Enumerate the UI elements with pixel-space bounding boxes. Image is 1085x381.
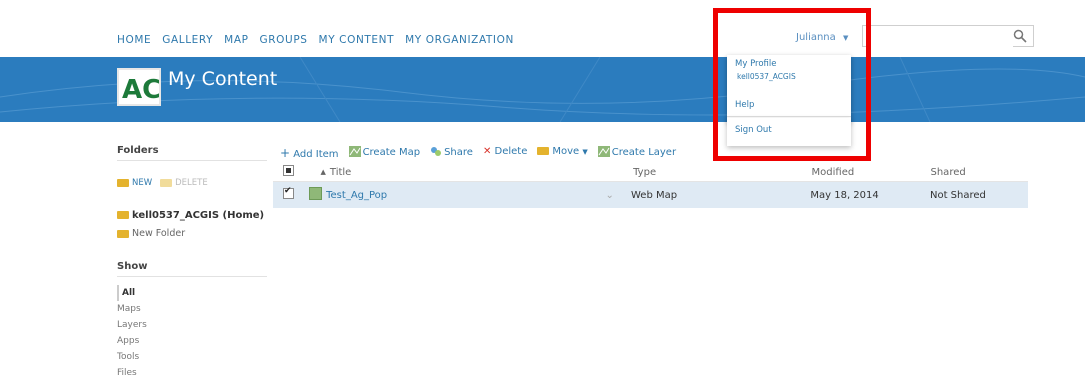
content-table: ▲ Title Type Modified Shared Test_Ag_Pop…	[273, 163, 1028, 208]
logo-graphic: AC	[122, 75, 161, 105]
delete-folder-button[interactable]: DELETE	[160, 178, 208, 188]
delete-folder-button-label: DELETE	[175, 178, 208, 188]
home-folder-label: kell0537_ACGIS (Home)	[132, 210, 265, 221]
chevron-down-icon: ▼	[582, 148, 588, 156]
create-layer-button[interactable]: Create Layer	[597, 146, 677, 160]
col-title[interactable]: Title	[330, 167, 608, 178]
chevron-down-icon: ▼	[842, 34, 849, 42]
create-map-label: Create Map	[362, 147, 421, 158]
new-folder-button[interactable]: NEW	[117, 178, 152, 188]
show-header: Show	[117, 261, 267, 277]
row-shared: Not Shared	[929, 189, 986, 201]
web-map-icon	[308, 187, 322, 200]
share-button[interactable]: Share	[430, 146, 473, 160]
select-all-checkbox[interactable]	[283, 165, 294, 176]
share-label: Share	[444, 147, 473, 158]
home-folder[interactable]: kell0537_ACGIS (Home)	[117, 210, 272, 221]
user-dropdown-menu: My Profile kell0537_ACGIS Help	[727, 55, 851, 122]
row-chevron-down-icon[interactable]: ⌄	[606, 190, 631, 201]
nav-my-organization[interactable]: MY ORGANIZATION	[405, 34, 514, 46]
add-item-button[interactable]: + Add Item	[280, 146, 339, 160]
page-banner	[0, 57, 1085, 122]
create-map-button[interactable]: Create Map	[348, 146, 421, 160]
filter-files[interactable]: Files	[117, 365, 272, 381]
col-type[interactable]: Type	[633, 167, 811, 178]
nav-groups[interactable]: GROUPS	[260, 34, 308, 46]
top-nav-bar: HOME GALLERY MAP GROUPS MY CONTENT MY OR…	[0, 0, 1085, 57]
new-folder-label: New Folder	[132, 228, 186, 239]
row-checkbox-cell	[273, 186, 305, 202]
banner-map-pattern	[0, 57, 1085, 122]
nav-map[interactable]: MAP	[224, 34, 248, 46]
user-name: Julianna	[796, 32, 836, 43]
profile-username[interactable]: kell0537_ACGIS	[737, 72, 796, 81]
search-input[interactable]	[869, 28, 1013, 49]
folder-icon	[117, 211, 129, 219]
add-item-label: Add Item	[293, 149, 339, 160]
nav-gallery[interactable]: GALLERY	[162, 34, 213, 46]
row-checkbox[interactable]	[283, 186, 294, 199]
col-modified[interactable]: Modified	[812, 167, 931, 178]
help-link[interactable]: Help	[735, 100, 754, 110]
row-modified: May 18, 2014	[810, 189, 879, 201]
folder-icon	[117, 178, 129, 187]
folder-icon	[117, 229, 129, 238]
filter-all[interactable]: All	[117, 285, 272, 301]
nav-my-content[interactable]: MY CONTENT	[319, 34, 395, 46]
my-profile-link[interactable]: My Profile	[735, 59, 777, 69]
folder-icon	[537, 147, 550, 155]
select-all-cell	[273, 165, 304, 179]
signout-panel: Sign Out	[727, 118, 851, 146]
menu-divider	[727, 116, 851, 117]
row-type: Web Map	[630, 189, 678, 201]
delete-x-icon: ✕	[482, 146, 492, 157]
sidebar: Folders NEW DELETE kell0537_ACGIS (Home)…	[117, 145, 272, 381]
logo-text: AC	[122, 75, 159, 104]
map-icon	[348, 146, 361, 157]
nav-home[interactable]: HOME	[117, 34, 151, 46]
move-button[interactable]: Move ▼	[537, 146, 588, 160]
filter-tools[interactable]: Tools	[117, 349, 272, 365]
sign-out-link[interactable]: Sign Out	[735, 125, 772, 135]
row-icon-cell	[305, 187, 327, 203]
folder-icon	[160, 178, 173, 187]
new-folder-item[interactable]: New Folder	[117, 228, 272, 239]
organization-logo: AC	[117, 68, 161, 106]
content-filters: All Maps Layers Apps Tools Files	[117, 285, 272, 381]
filter-layers[interactable]: Layers	[117, 317, 272, 333]
page-title: My Content	[168, 68, 278, 90]
table-row[interactable]: Test_Ag_Pop ⌄ Web Map May 18, 2014 Not S…	[273, 182, 1028, 208]
main-nav: HOME GALLERY MAP GROUPS MY CONTENT MY OR…	[117, 34, 514, 46]
row-title[interactable]: Test_Ag_Pop	[326, 190, 605, 201]
delete-button[interactable]: ✕ Delete	[483, 146, 527, 160]
search-icon[interactable]	[1013, 29, 1027, 43]
move-label: Move	[552, 146, 580, 157]
table-header: ▲ Title Type Modified Shared	[273, 163, 1028, 182]
filter-apps[interactable]: Apps	[117, 333, 272, 349]
share-icon	[431, 147, 442, 156]
new-folder-button-label: NEW	[132, 178, 153, 188]
plus-icon: +	[280, 146, 291, 160]
filter-maps[interactable]: Maps	[117, 301, 272, 317]
search-box	[862, 25, 1034, 49]
user-menu-toggle[interactable]: Julianna ▼	[796, 32, 848, 43]
sort-asc-icon[interactable]: ▲	[321, 168, 326, 176]
layer-icon	[597, 146, 610, 157]
create-layer-label: Create Layer	[611, 147, 677, 158]
folders-header: Folders	[117, 145, 267, 161]
col-shared[interactable]: Shared	[931, 167, 1029, 178]
delete-label: Delete	[494, 146, 528, 157]
folder-actions: NEW DELETE	[117, 178, 272, 188]
content-toolbar: + Add Item Create Map Share ✕ Delete Mov…	[280, 146, 676, 160]
sort-cell: ▲	[304, 168, 329, 176]
